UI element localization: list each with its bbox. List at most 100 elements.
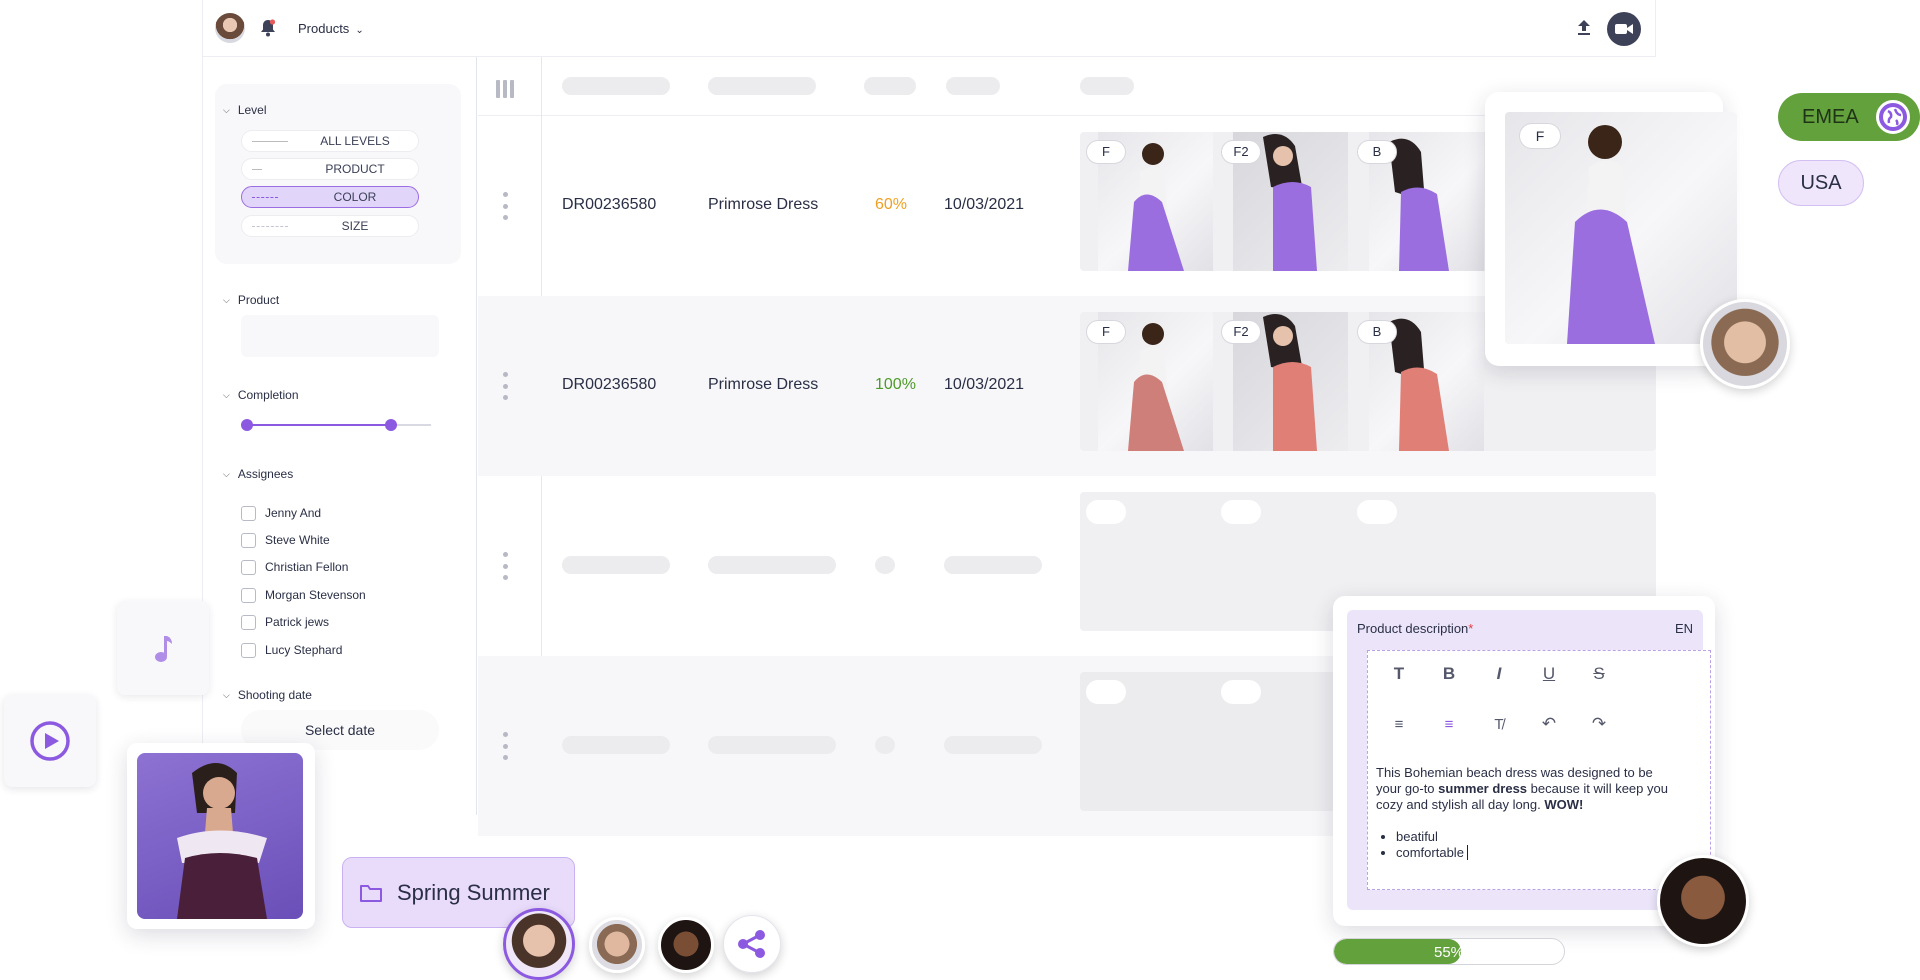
share-icon (738, 930, 765, 958)
completion-section-header[interactable]: ⌵ Completion (223, 388, 299, 402)
assignees-section-header[interactable]: ⌵ Assignees (223, 467, 293, 481)
checkbox[interactable] (241, 532, 256, 548)
cell-placeholder (875, 556, 895, 574)
completion-progress-bar: 55% (1333, 938, 1565, 965)
editor-title: Product description* (1357, 621, 1473, 636)
bold-icon[interactable]: B (1438, 663, 1460, 685)
tag-placeholder (1086, 500, 1126, 524)
level-option-product[interactable]: PRODUCT (241, 158, 419, 180)
product-image-thumb[interactable]: F (1080, 312, 1225, 451)
slider-max-handle[interactable] (385, 419, 397, 431)
level-option-label: PRODUCT (325, 162, 385, 176)
editor-user-avatar[interactable] (1657, 855, 1749, 947)
header-placeholder (864, 77, 916, 95)
play-circle-icon (30, 721, 70, 761)
completion-cell: 60% (875, 196, 908, 213)
checkbox[interactable] (241, 642, 256, 658)
level-line-icon (252, 226, 288, 227)
collaborator-avatar[interactable] (589, 917, 645, 973)
language-selector[interactable]: EN (1675, 621, 1693, 636)
checkbox[interactable] (241, 505, 256, 521)
user-avatar[interactable] (215, 13, 245, 43)
checkbox[interactable] (241, 614, 256, 630)
collaborator-avatar[interactable] (658, 917, 714, 973)
bullet-list-icon[interactable]: ≡ (1438, 713, 1460, 735)
level-line-icon (252, 169, 262, 170)
product-name-cell: Primrose Dress (708, 376, 819, 393)
bell-icon[interactable] (259, 18, 277, 38)
header-placeholder (1080, 77, 1134, 95)
chevron-down-icon: ⌄ (355, 25, 364, 36)
video-call-button[interactable] (1607, 12, 1641, 46)
share-button[interactable] (723, 915, 781, 973)
row-drag-handle[interactable] (502, 372, 508, 400)
assignee-checkbox[interactable]: Steve White (241, 532, 330, 548)
assignee-name: Lucy Stephard (265, 643, 343, 657)
level-option-all-levels[interactable]: ALL LEVELS (241, 130, 419, 152)
products-menu[interactable]: Products ⌄ (298, 21, 364, 36)
video-tile[interactable] (4, 695, 96, 787)
assignee-checkbox[interactable]: Patrick jews (241, 614, 329, 630)
header-placeholder (708, 77, 816, 95)
row-drag-handle[interactable] (502, 192, 508, 220)
row-drag-handle[interactable] (502, 732, 508, 760)
music-tile[interactable] (117, 601, 209, 695)
chevron-down-icon: ⌵ (223, 104, 230, 115)
description-text: This Bohemian beach dress was designed t… (1376, 765, 1672, 813)
undo-icon[interactable]: ↶ (1538, 713, 1560, 735)
description-bold-text: summer dress (1438, 781, 1528, 796)
level-option-color[interactable]: COLOR (241, 186, 419, 208)
strikethrough-icon[interactable]: S (1588, 663, 1610, 685)
editor-content-area[interactable]: T B I U S ≡ ≡ T̸ ↶ ↷ This Bohemian beach… (1367, 650, 1711, 890)
checkbox[interactable] (241, 587, 256, 603)
list-item-text: comfortable (1396, 845, 1464, 860)
assignee-checkbox[interactable]: Christian Fellon (241, 559, 348, 575)
date-cell: 10/03/2021 (944, 196, 1025, 213)
assignee-avatar[interactable] (1700, 299, 1790, 389)
slider-min-handle[interactable] (241, 419, 253, 431)
product-image-thumb[interactable]: F2 (1215, 132, 1360, 271)
cell-placeholder (562, 736, 670, 754)
italic-icon[interactable]: I (1488, 663, 1510, 685)
cell-placeholder (708, 736, 836, 754)
product-section-header[interactable]: ⌵ Product (223, 293, 279, 307)
level-section-title: Level (237, 103, 267, 117)
photo-card[interactable] (127, 743, 315, 929)
sku-cell: DR00236580 (562, 376, 657, 393)
product-filter-input[interactable] (241, 315, 439, 357)
row-drag-handle[interactable] (502, 552, 508, 580)
text-cursor (1466, 845, 1472, 860)
list-item: beatiful (1396, 829, 1472, 845)
assignee-checkbox[interactable]: Morgan Stevenson (241, 587, 366, 603)
ordered-list-icon[interactable]: ≡ (1388, 713, 1410, 735)
assignee-name: Steve White (265, 533, 330, 547)
list-item: comfortable (1396, 845, 1472, 861)
collaborator-avatar[interactable] (503, 908, 575, 980)
level-option-size[interactable]: SIZE (241, 215, 419, 237)
checkbox[interactable] (241, 559, 256, 575)
completion-range-slider[interactable] (241, 419, 431, 431)
level-section-header[interactable]: ⌵ Level (223, 103, 267, 117)
assignee-name: Morgan Stevenson (265, 588, 366, 602)
upload-icon[interactable] (1575, 18, 1593, 38)
underline-icon[interactable]: U (1538, 663, 1560, 685)
assignee-checkbox[interactable]: Jenny And (241, 505, 321, 521)
top-bar: Products ⌄ (203, 0, 1655, 57)
image-placeholder (1080, 492, 1225, 631)
table-row[interactable]: DR00236580 Primrose Dress 60% 10/03/2021… (478, 116, 1656, 296)
shooting-date-section-header[interactable]: ⌵ Shooting date (223, 688, 312, 702)
clear-format-icon[interactable]: T̸ (1488, 713, 1510, 735)
image-preview-card[interactable]: F (1485, 92, 1737, 366)
text-style-icon[interactable]: T (1388, 663, 1410, 685)
tag-placeholder (1221, 500, 1261, 524)
region-usa-chip[interactable]: USA (1778, 160, 1864, 206)
columns-icon[interactable] (495, 79, 515, 99)
table-row[interactable]: DR00236580 Primrose Dress 100% 10/03/202… (478, 296, 1656, 476)
region-emea-chip[interactable]: EMEA (1778, 93, 1920, 141)
assignee-checkbox[interactable]: Lucy Stephard (241, 642, 342, 658)
product-image-thumb[interactable]: F (1080, 132, 1225, 271)
product-image-thumb[interactable]: F2 (1215, 312, 1360, 451)
redo-icon[interactable]: ↷ (1588, 713, 1610, 735)
product-image-thumb[interactable]: B (1351, 132, 1496, 271)
product-image-thumb[interactable]: B (1351, 312, 1496, 451)
